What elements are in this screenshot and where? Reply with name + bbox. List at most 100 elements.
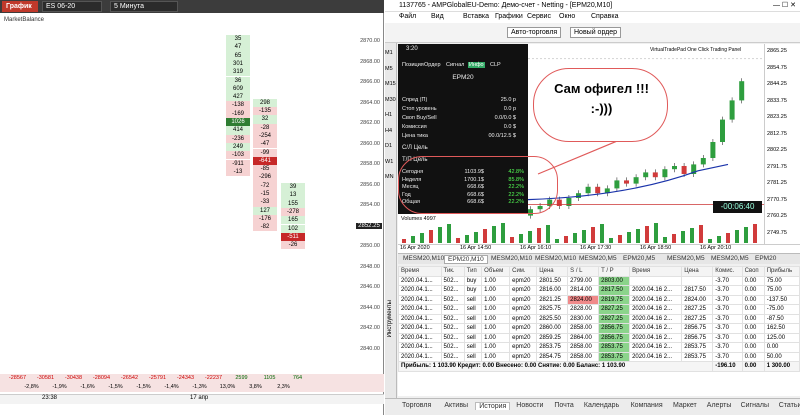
table-cell: 2020.04.1... xyxy=(398,285,442,296)
table-cell: 162.50 xyxy=(763,323,800,334)
menu-item-2[interactable]: Вставка xyxy=(463,13,489,20)
volume-bar xyxy=(573,233,577,243)
table-cell: 2828.00 xyxy=(567,304,600,315)
chart-tab-4[interactable]: MESM20,M5 xyxy=(576,255,620,262)
timeframe-m5[interactable]: M5 xyxy=(385,66,393,72)
table-cell: 2853.75 xyxy=(681,342,714,353)
panel-tab-2[interactable]: Сигнал xyxy=(446,62,464,68)
table-row[interactable]: 2020.04.1... 502... buy 1.00 epm20 2816.00 281… xyxy=(398,285,800,296)
table-cell: sell xyxy=(463,304,483,315)
volume-bar xyxy=(690,228,694,243)
candle-body xyxy=(585,186,591,194)
timeframe-m30[interactable]: M30 xyxy=(385,97,396,103)
menu-item-4[interactable]: Сервис xyxy=(527,13,551,20)
toolbox-tab-1[interactable]: Активы xyxy=(441,402,471,409)
panel-tab-1[interactable]: Ордер xyxy=(424,62,441,68)
panel-info-label: Своп Buy/Sell xyxy=(402,115,437,121)
ladder-cell: -911 xyxy=(226,159,250,168)
toolbox-tab-5[interactable]: Календарь xyxy=(581,402,622,409)
timeframe-mn[interactable]: MN xyxy=(385,174,394,180)
toolbox-tab-10[interactable]: Статьи xyxy=(776,402,800,409)
toolbox-tab-6[interactable]: Компания xyxy=(628,402,666,409)
table-cell: 2801.50 xyxy=(536,275,569,286)
chart-tab-2[interactable]: MESM20,M10 xyxy=(488,255,535,262)
table-cell: 2853.75 xyxy=(598,342,631,353)
table-cell: 2020.04.1... xyxy=(398,294,442,305)
menu-item-0[interactable]: Файл xyxy=(399,13,416,20)
table-row[interactable]: 2020.04.1... 502... sell 1.00 epm20 2859.25 28… xyxy=(398,332,800,343)
candle-body xyxy=(556,199,562,206)
column-header: Комис. xyxy=(712,266,743,277)
table-cell: 0.00 xyxy=(741,313,765,324)
table-row[interactable]: 2020.04.1... 502... sell 1.00 epm20 2825.75 28… xyxy=(398,304,800,315)
new-order-button[interactable]: Новый ордер xyxy=(570,27,622,38)
chart-tab-1[interactable]: EPM20,M10 xyxy=(444,255,488,264)
menu-item-5[interactable]: Окно xyxy=(559,13,575,20)
panel-info-row: Цена тика 00.0/12.5 $ xyxy=(402,133,524,140)
table-cell: epm20 xyxy=(509,313,538,324)
candle-body xyxy=(672,166,677,170)
table-cell: 1.00 xyxy=(481,294,511,305)
toolbox-tab-2[interactable]: История xyxy=(475,402,511,410)
timeframe-w1[interactable]: W1 xyxy=(385,159,393,165)
timeframe-h4[interactable]: H4 xyxy=(385,128,392,134)
trade-history-table: Время Тик. Тип Объем Сим. Цена S / LT / P Время… xyxy=(397,266,800,396)
panel-tab-3[interactable]: Инфо xyxy=(468,62,485,68)
table-cell: 2803.00 xyxy=(598,275,631,286)
toolbox-tab-3[interactable]: Новости xyxy=(513,402,546,409)
table-cell: 2856.75 xyxy=(598,323,631,334)
chart-tab-0[interactable]: MESM20,M10 xyxy=(400,255,447,262)
toolbox-tab-9[interactable]: Сигналы xyxy=(738,402,772,409)
timeframe-sidebar: M1 M5 M15 M30 H1 H4 D1 W1 MN xyxy=(385,43,397,415)
toolbox-tab-8[interactable]: Алерты xyxy=(704,402,735,409)
candle-body xyxy=(681,166,687,174)
timeframe-h1[interactable]: H1 xyxy=(385,112,392,118)
toolbox-tab-0[interactable]: Торговля xyxy=(399,402,434,409)
panel-tab-4[interactable]: CLP xyxy=(490,62,501,68)
ladder-cell: 165 xyxy=(281,216,305,225)
chart-tab-3[interactable]: MESM20,M10 xyxy=(532,255,579,262)
table-cell: -137.50 xyxy=(763,294,800,305)
price-level: 2856.00 xyxy=(360,181,380,188)
ladder-cell: -99 xyxy=(253,148,277,157)
timeframe-m15[interactable]: M15 xyxy=(385,81,396,87)
table-row[interactable]: 2020.04.1... 502... sell 1.00 epm20 2853.75 28… xyxy=(398,342,800,353)
chart-tab-7[interactable]: MESM20,M5 xyxy=(708,255,752,262)
ladder-cell: -135 xyxy=(253,107,277,116)
panel-tab-0[interactable]: Позиция xyxy=(402,62,424,68)
toolbox-tab-4[interactable]: Почта xyxy=(551,402,576,409)
footer-percent: -1,5% xyxy=(136,384,151,390)
timeframe-d1[interactable]: D1 xyxy=(385,143,392,149)
table-cell: 0.00 xyxy=(741,351,765,362)
chart-tab-6[interactable]: MESM20,M5 xyxy=(664,255,708,262)
time-axis: 16 Apr 2020 16 Apr 14:50 16 Apr 16:10 16 Ap… xyxy=(398,244,800,253)
table-cell: 2853.75 xyxy=(536,342,569,353)
table-row[interactable]: 2020.04.1... 502... buy 1.00 epm20 2801.50 279… xyxy=(398,275,800,286)
table-cell: 2824.00 xyxy=(681,294,714,305)
volume-bar xyxy=(456,238,460,243)
algo-trading-button[interactable]: Авто-торговля xyxy=(507,27,562,38)
menu-item-6[interactable]: Справка xyxy=(591,13,618,20)
menu-item-1[interactable]: Вид xyxy=(431,13,444,20)
candle-body xyxy=(710,142,716,158)
table-cell: 2020.04.1... xyxy=(398,351,442,362)
table-cell: 2827.25 xyxy=(598,304,631,315)
chart-tab-5[interactable]: EPM20,M5 xyxy=(620,255,658,262)
chart-tab-8[interactable]: EPM20 xyxy=(752,255,779,262)
table-cell: 2827.25 xyxy=(681,313,714,324)
table-row[interactable]: 2020.04.1... 502... sell 1.00 epm20 2821.25 28… xyxy=(398,294,800,305)
volume-bar xyxy=(609,238,613,243)
volume-bar xyxy=(420,233,424,243)
table-row[interactable]: 2020.04.1... 502... sell 1.00 epm20 2860.00 28… xyxy=(398,323,800,334)
ladder-cell: -169 xyxy=(226,109,250,118)
volume-bar xyxy=(429,230,433,243)
table-cell: sell xyxy=(463,351,483,362)
table-row[interactable]: 2020.04.1... 502... sell 1.00 epm20 2825.50 28… xyxy=(398,313,800,324)
ladder-cell: 609 xyxy=(226,84,250,94)
table-row[interactable]: 2020.04.1... 502... sell 1.00 epm20 2854.75 28… xyxy=(398,351,800,362)
toolbox-tab-7[interactable]: Маркет xyxy=(670,402,700,409)
table-cell: epm20 xyxy=(509,332,538,343)
window-controls-icon[interactable]: — ☐ ✕ xyxy=(773,1,796,9)
menu-item-3[interactable]: Графики xyxy=(495,13,523,20)
timeframe-m1[interactable]: M1 xyxy=(385,50,393,56)
